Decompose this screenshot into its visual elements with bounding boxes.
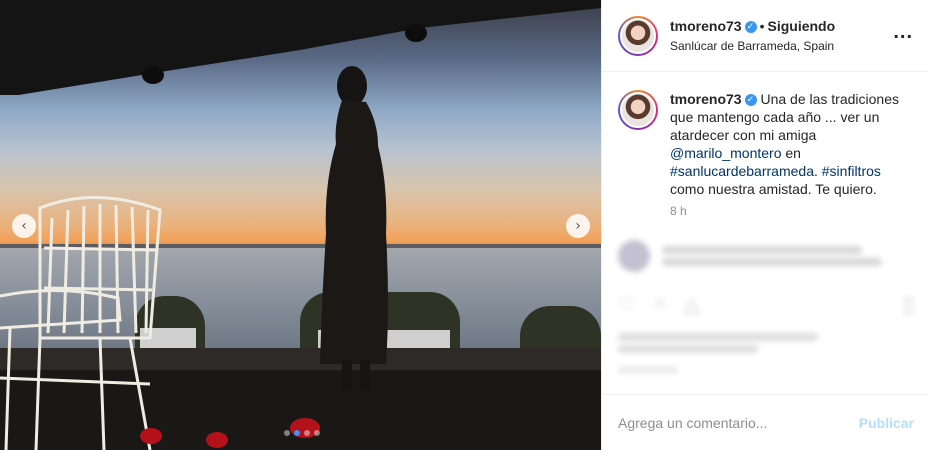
caption-username-link[interactable]: tmoreno73 (670, 91, 742, 107)
obscured-likes (602, 325, 929, 361)
publish-button[interactable]: Publicar (859, 415, 914, 431)
obscured-comment (602, 228, 929, 284)
carousel-dot (304, 430, 310, 436)
post-details-panel: tmoreno73 ✓ • Siguiendo Sanlúcar de Barrame… (601, 0, 929, 450)
caption-body-4: como nuestra amistad. Te quiero. (670, 181, 877, 197)
carousel-dot-active (294, 430, 300, 436)
post-photo[interactable]: ‹ › (0, 0, 601, 450)
instagram-post-view: ‹ › tmoreno73 ✓ • Siguiendo Sanlúcar de Bar… (0, 0, 929, 450)
header-text: tmoreno73 ✓ • Siguiendo Sanlúcar de Barrame… (670, 18, 893, 53)
avatar[interactable] (620, 17, 656, 54)
verified-badge-icon: ✓ (744, 20, 757, 33)
caption-body-2: en (781, 145, 801, 161)
heart-icon: ♡ (618, 294, 636, 316)
comment-icon: ○ (653, 292, 667, 314)
story-ring[interactable] (618, 15, 658, 56)
obscured-date (602, 361, 929, 379)
carousel-indicator (284, 430, 320, 436)
photo-flower (140, 428, 162, 444)
comment-composer: Publicar (602, 394, 929, 450)
obscured-comment-lines (662, 242, 882, 270)
hashtag-link[interactable]: #sanlucardebarrameda (670, 163, 814, 179)
share-icon: △ (684, 294, 700, 316)
caption: tmoreno73 ✓ Una de las tradiciones que ma… (602, 72, 929, 198)
username-link[interactable]: tmoreno73 (670, 18, 742, 34)
caption-avatar[interactable] (620, 92, 656, 128)
carousel-next-button[interactable]: › (566, 214, 590, 238)
photo-silhouette (320, 66, 388, 390)
hashtag-link[interactable]: #sinfiltros (822, 163, 881, 179)
location-link[interactable]: Sanlúcar de Barrameda, Spain (670, 39, 893, 53)
obscured-region: ♡ ○ △ ▯ (602, 228, 929, 396)
photo-roof-post (142, 66, 164, 84)
carousel-dot (314, 430, 320, 436)
mention-link[interactable]: @marilo_montero (670, 145, 781, 161)
carousel-prev-button[interactable]: ‹ (12, 214, 36, 238)
comment-input[interactable] (618, 414, 859, 431)
more-options-icon[interactable]: ... (893, 21, 913, 44)
photo-roof (0, 0, 601, 95)
obscured-action-icons: ♡ ○ △ ▯ (602, 284, 929, 325)
photo-roof-post (405, 24, 427, 42)
caption-story-ring[interactable] (618, 90, 658, 130)
verified-badge-icon: ✓ (744, 94, 757, 107)
obscured-avatar (618, 240, 650, 272)
caption-body-3: . (813, 163, 822, 179)
photo-flower (206, 432, 228, 448)
following-button[interactable]: Siguiendo (767, 18, 835, 34)
chevron-left-icon: ‹ (21, 218, 27, 234)
carousel-dot (284, 430, 290, 436)
chevron-right-icon: › (575, 218, 581, 234)
bookmark-icon: ▯ (902, 294, 914, 316)
post-header: tmoreno73 ✓ • Siguiendo Sanlúcar de Barrame… (602, 0, 929, 72)
caption-timestamp: 8 h (670, 204, 687, 218)
separator-dot: • (759, 18, 765, 34)
caption-text: tmoreno73 ✓ Una de las tradiciones que ma… (670, 90, 910, 198)
